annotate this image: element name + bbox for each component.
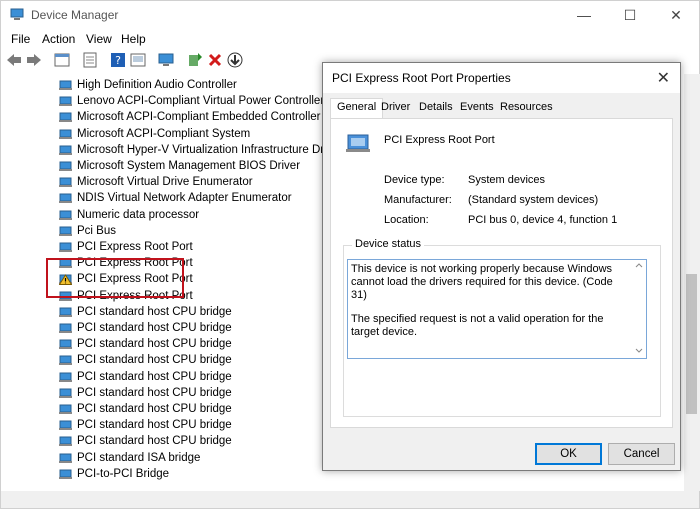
forward-arrow-icon[interactable] (25, 51, 43, 69)
menu-help[interactable]: Help (121, 32, 146, 46)
help-icon[interactable]: ? (109, 51, 127, 69)
device-status-textbox[interactable]: This device is not working properly beca… (347, 259, 647, 359)
device-tree-item-label: Microsoft Hyper-V Virtualization Infrast… (77, 143, 343, 156)
device-name: PCI Express Root Port (384, 134, 495, 146)
device-tree-item-label: Microsoft Virtual Drive Enumerator (77, 176, 253, 189)
device-tree-item-label: PCI standard host CPU bridge (77, 305, 232, 318)
device-icon (59, 161, 72, 171)
menu-file[interactable]: File (11, 32, 30, 46)
device-icon (59, 242, 72, 252)
device-icon (59, 388, 72, 398)
device-tree-item-label: PCI standard host CPU bridge (77, 386, 232, 399)
device-tree-item-label: NDIS Virtual Network Adapter Enumerator (77, 192, 292, 205)
device-icon (59, 80, 72, 90)
device-icon (59, 193, 72, 204)
device-icon (59, 112, 72, 123)
device-tree-item-label: PCI standard host CPU bridge (77, 435, 232, 448)
highlight-box (46, 258, 184, 298)
device-tree-item-label: Microsoft ACPI-Compliant System (77, 127, 251, 140)
properties-view-icon[interactable] (53, 51, 71, 69)
tab-driver[interactable]: Driver (375, 99, 416, 117)
device-icon (59, 404, 72, 414)
back-arrow-icon[interactable] (5, 51, 23, 69)
menu-action[interactable]: Action (42, 32, 75, 46)
device-tree-item-label: PCI standard host CPU bridge (77, 354, 232, 367)
device-icon (59, 436, 72, 447)
device-tree-item-label: PCI-to-PCI Bridge (77, 467, 170, 480)
device-icon (59, 339, 72, 350)
device-icon (59, 145, 72, 155)
status-message-2: The specified request is not a valid ope… (351, 313, 604, 338)
device-icon (59, 453, 72, 463)
device-type-label: Device type: (384, 174, 445, 186)
device-icon (59, 226, 72, 236)
device-tree-item-label: Numeric data processor (77, 208, 200, 221)
device-tree-item-label: PCI Express Root Port (77, 241, 193, 253)
device-tree-item-label: PCI standard host CPU bridge (77, 322, 232, 334)
scrollbar-thumb[interactable] (686, 274, 697, 414)
device-icon (59, 177, 72, 188)
ok-button[interactable]: OK (535, 443, 602, 465)
maximize-button[interactable]: ☐ (607, 1, 653, 30)
device-tree-item-label: Lenovo ACPI-Compliant Virtual Power Cont… (77, 95, 325, 108)
device-icon (59, 323, 72, 333)
device-icon (59, 96, 72, 107)
computer-view-icon[interactable] (129, 51, 147, 69)
menu-bar: File Action View Help (1, 30, 699, 48)
device-icon (59, 372, 72, 382)
tab-details[interactable]: Details (413, 99, 459, 117)
device-tree-item-label: PCI standard host CPU bridge (77, 419, 232, 432)
properties-dialog: PCI Express Root Port Properties ✕ Gener… (322, 62, 681, 471)
status-scrollbar[interactable] (632, 260, 646, 358)
device-icon (59, 210, 72, 220)
device-status-text: This device is not working properly beca… (351, 263, 629, 339)
horizontal-scrollbar[interactable] (1, 491, 699, 508)
location-label: Location: (384, 214, 429, 226)
manufacturer-value: (Standard system devices) (468, 194, 599, 206)
tab-events[interactable]: Events (454, 99, 500, 117)
device-tree-item-label: High Definition Audio Controller (77, 79, 237, 91)
manufacturer-label: Manufacturer: (384, 194, 452, 206)
dialog-title-bar: PCI Express Root Port Properties ✕ (323, 63, 680, 93)
device-tree-item-label: Microsoft ACPI-Compliant Embedded Contro… (77, 111, 321, 124)
svg-text:?: ? (115, 54, 121, 67)
pci-device-icon (346, 134, 370, 152)
device-tree-item-label: PCI standard host CPU bridge (77, 403, 232, 415)
minimize-button[interactable]: — (561, 1, 607, 30)
dialog-title: PCI Express Root Port Properties (332, 71, 511, 85)
device-tree-item-label: PCI standard host CPU bridge (77, 370, 232, 383)
dialog-close-icon[interactable]: ✕ (657, 68, 670, 88)
device-tree-item-label: PCI standard ISA bridge (77, 451, 201, 464)
show-hidden-icon[interactable] (81, 51, 99, 69)
general-tab-panel: PCI Express Root Port Device type: Syste… (330, 118, 673, 428)
device-manager-icon (10, 8, 24, 20)
device-icon (59, 129, 72, 139)
device-tree-item-label: Pci Bus (77, 224, 116, 237)
device-tree-item-label: Microsoft System Management BIOS Driver (77, 160, 301, 172)
vertical-scrollbar[interactable] (684, 74, 700, 491)
device-icon (59, 307, 72, 317)
device-tree-item-label: PCI standard host CPU bridge (77, 338, 232, 351)
status-message-1: This device is not working properly beca… (351, 263, 613, 301)
window-title: Device Manager (31, 8, 119, 22)
uninstall-icon[interactable] (206, 51, 224, 69)
title-bar: Device Manager — ☐ ✕ (1, 1, 699, 30)
device-icon (59, 420, 72, 431)
device-type-value: System devices (468, 174, 546, 186)
scan-hardware-icon[interactable] (157, 51, 175, 69)
scroll-up-icon[interactable] (635, 262, 643, 268)
device-status-legend: Device status (352, 238, 425, 250)
device-icon (59, 469, 72, 479)
cancel-button[interactable]: Cancel (608, 443, 675, 465)
scroll-down-icon[interactable] (635, 348, 643, 354)
device-icon (59, 355, 72, 366)
close-button[interactable]: ✕ (653, 1, 699, 30)
location-value: PCI bus 0, device 4, function 1 (468, 214, 618, 226)
update-driver-icon[interactable] (186, 51, 204, 69)
menu-view[interactable]: View (86, 32, 112, 46)
tab-resources[interactable]: Resources (494, 99, 559, 117)
download-icon[interactable] (226, 51, 244, 69)
